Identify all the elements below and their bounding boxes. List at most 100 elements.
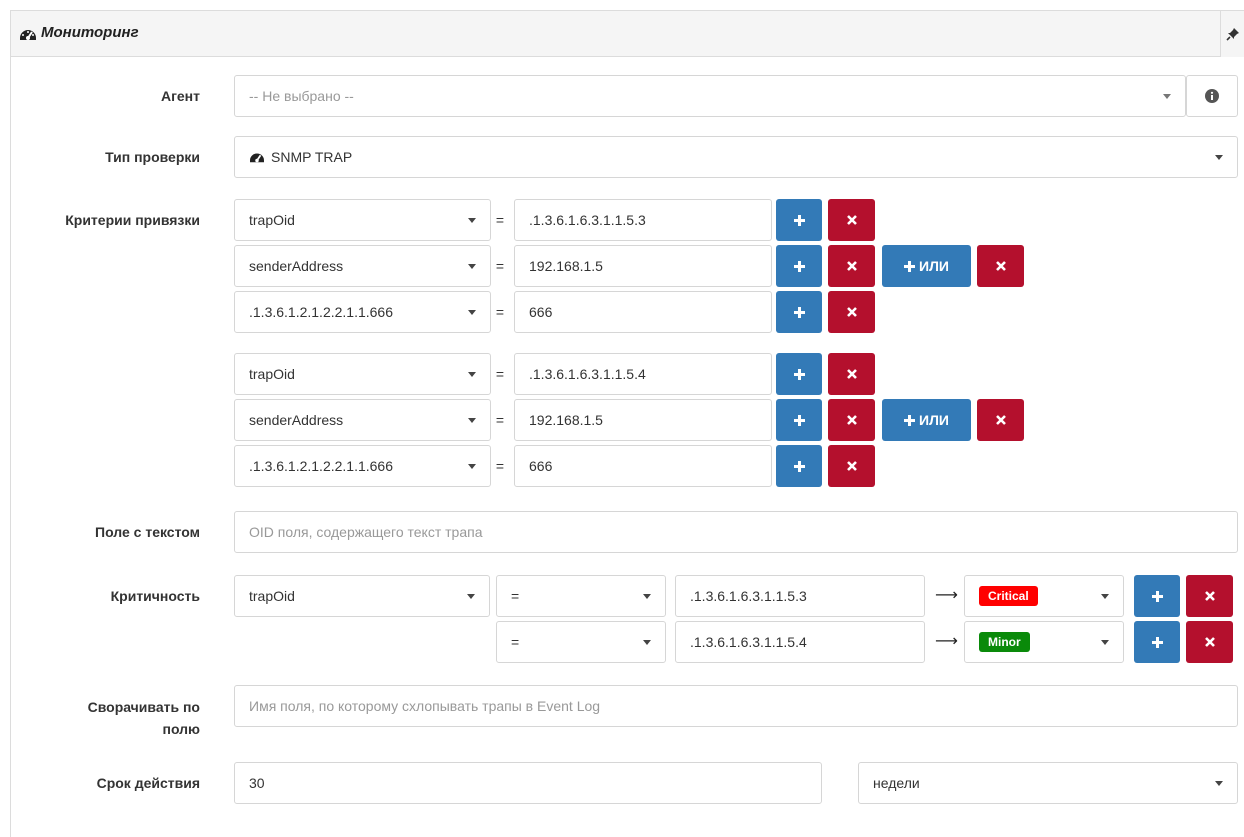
pin-button[interactable] xyxy=(1220,11,1244,57)
remove-condition-button[interactable] xyxy=(828,245,875,287)
plus-icon xyxy=(793,306,805,318)
equals-sign: = xyxy=(495,258,505,274)
close-icon xyxy=(846,369,857,379)
chevron-down-icon xyxy=(1163,93,1171,99)
criteria-field-select[interactable]: senderAddress xyxy=(234,245,491,287)
severity-level-select[interactable]: Minor xyxy=(964,621,1124,663)
remove-group-button[interactable] xyxy=(977,399,1024,441)
equals-sign: = xyxy=(495,412,505,428)
chevron-down-icon xyxy=(468,309,476,315)
add-or-group-button[interactable]: ИЛИ xyxy=(882,399,971,441)
plus-icon xyxy=(793,368,805,380)
equals-sign: = xyxy=(495,304,505,320)
panel-header: Мониторинг xyxy=(11,11,1244,57)
panel-title: Мониторинг xyxy=(41,24,139,41)
add-condition-button[interactable] xyxy=(776,245,822,287)
agent-label: Агент xyxy=(160,88,200,104)
chevron-down-icon xyxy=(468,417,476,423)
criteria-label: Критерии привязки xyxy=(65,212,200,228)
add-or-group-button[interactable]: ИЛИ xyxy=(882,245,971,287)
criteria-field-select[interactable]: trapOid xyxy=(234,199,491,241)
add-condition-button[interactable] xyxy=(776,445,822,487)
remove-condition-button[interactable] xyxy=(828,445,875,487)
collapse-label-line1: Сворачивать по xyxy=(87,699,200,715)
equals-sign: = xyxy=(495,458,505,474)
severity-label: Критичность xyxy=(110,588,200,604)
add-condition-button[interactable] xyxy=(776,199,822,241)
remove-severity-rule-button[interactable] xyxy=(1186,575,1233,617)
plus-icon xyxy=(904,260,916,272)
close-icon xyxy=(846,307,857,317)
remove-severity-rule-button[interactable] xyxy=(1186,621,1233,663)
severity-badge-minor: Minor xyxy=(979,632,1030,652)
close-icon xyxy=(1204,591,1215,601)
close-icon xyxy=(846,461,857,471)
arrow-right-icon: ⟶ xyxy=(935,633,958,650)
plus-icon xyxy=(904,414,916,426)
check-type-select[interactable]: SNMP TRAP xyxy=(234,136,1238,178)
severity-operator-select[interactable]: = xyxy=(496,575,666,617)
plus-icon xyxy=(793,460,805,472)
check-type-label: Тип проверки xyxy=(105,149,200,165)
severity-value-input[interactable]: .1.3.6.1.6.3.1.1.5.4 xyxy=(675,621,925,663)
arrow-right-icon: ⟶ xyxy=(935,587,958,604)
close-icon xyxy=(995,415,1006,425)
criteria-field-select[interactable]: .1.3.6.1.2.1.2.2.1.1.666 xyxy=(234,445,491,487)
chevron-down-icon xyxy=(467,593,475,599)
severity-field-select[interactable]: trapOid xyxy=(234,575,490,617)
criteria-value-input[interactable]: 666 xyxy=(514,291,772,333)
criteria-value-input[interactable]: 666 xyxy=(514,445,772,487)
validity-label: Срок действия xyxy=(96,775,200,791)
chevron-down-icon xyxy=(1101,593,1109,599)
criteria-field-select[interactable]: senderAddress xyxy=(234,399,491,441)
severity-value-input[interactable]: .1.3.6.1.6.3.1.1.5.3 xyxy=(675,575,925,617)
plus-icon xyxy=(1151,590,1163,602)
chevron-down-icon xyxy=(1215,154,1223,160)
severity-level-select[interactable]: Critical xyxy=(964,575,1124,617)
plus-icon xyxy=(793,260,805,272)
close-icon xyxy=(995,261,1006,271)
plus-icon xyxy=(1151,636,1163,648)
chevron-down-icon xyxy=(468,463,476,469)
tachometer-icon xyxy=(20,30,36,40)
chevron-down-icon xyxy=(643,639,651,645)
remove-condition-button[interactable] xyxy=(828,199,875,241)
remove-group-button[interactable] xyxy=(977,245,1024,287)
add-condition-button[interactable] xyxy=(776,399,822,441)
close-icon xyxy=(846,215,857,225)
chevron-down-icon xyxy=(1215,780,1223,786)
severity-operator-select[interactable]: = xyxy=(496,621,666,663)
criteria-value-input[interactable]: .1.3.6.1.6.3.1.1.5.3 xyxy=(514,199,772,241)
chevron-down-icon xyxy=(643,593,651,599)
validity-unit-select[interactable]: недели xyxy=(858,762,1238,804)
add-condition-button[interactable] xyxy=(776,353,822,395)
close-icon xyxy=(1204,637,1215,647)
text-field-input[interactable]: OID поля, содержащего текст трапа xyxy=(234,511,1238,553)
add-severity-rule-button[interactable] xyxy=(1134,621,1180,663)
plus-icon xyxy=(793,214,805,226)
chevron-down-icon xyxy=(468,263,476,269)
chevron-down-icon xyxy=(1101,639,1109,645)
equals-sign: = xyxy=(495,366,505,382)
remove-condition-button[interactable] xyxy=(828,353,875,395)
text-field-label: Поле с текстом xyxy=(95,524,200,540)
remove-condition-button[interactable] xyxy=(828,291,875,333)
criteria-field-select[interactable]: trapOid xyxy=(234,353,491,395)
collapse-field-input[interactable]: Имя поля, по которому схлопывать трапы в… xyxy=(234,685,1238,727)
criteria-value-input[interactable]: 192.168.1.5 xyxy=(514,399,772,441)
chevron-down-icon xyxy=(468,217,476,223)
add-condition-button[interactable] xyxy=(776,291,822,333)
info-icon xyxy=(1205,89,1219,103)
remove-condition-button[interactable] xyxy=(828,399,875,441)
criteria-value-input[interactable]: 192.168.1.5 xyxy=(514,245,772,287)
criteria-value-input[interactable]: .1.3.6.1.6.3.1.1.5.4 xyxy=(514,353,772,395)
validity-input[interactable]: 30 xyxy=(234,762,822,804)
plus-icon xyxy=(793,414,805,426)
agent-info-button[interactable] xyxy=(1186,75,1238,117)
add-severity-rule-button[interactable] xyxy=(1134,575,1180,617)
severity-badge-critical: Critical xyxy=(979,586,1038,606)
agent-select[interactable]: -- Не выбрано -- xyxy=(234,75,1186,117)
criteria-field-select[interactable]: .1.3.6.1.2.1.2.2.1.1.666 xyxy=(234,291,491,333)
tachometer-icon xyxy=(250,153,264,163)
collapse-label: Сворачивать по полю xyxy=(20,696,200,740)
